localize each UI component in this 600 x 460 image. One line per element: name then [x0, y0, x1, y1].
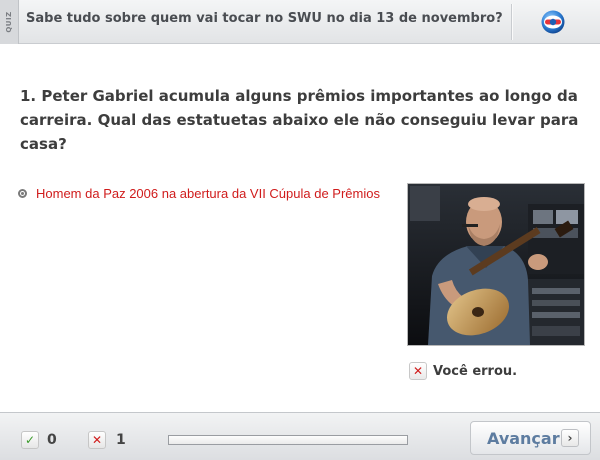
quiz-tag-label: QUIZ — [5, 11, 13, 33]
answer-feedback: ✕ Você errou. — [409, 361, 517, 381]
correct-count: 0 — [47, 432, 57, 448]
answer-option[interactable]: Homem da Paz 2006 na abertura da VII Cúp… — [18, 185, 380, 201]
next-button[interactable]: Avançar › — [470, 421, 591, 455]
answer-option-label: Homem da Paz 2006 na abertura da VII Cúp… — [36, 185, 380, 201]
next-button-label: Avançar — [487, 429, 560, 448]
quiz-tag: QUIZ — [0, 0, 19, 44]
quiz-footer: ✓ 0 ✕ 1 Avançar › — [0, 412, 600, 460]
x-icon: ✕ — [88, 431, 106, 449]
check-icon: ✓ — [21, 431, 39, 449]
performer-photo-image — [408, 184, 584, 345]
performer-photo — [407, 183, 585, 346]
quiz-header: QUIZ Sabe tudo sobre quem vai tocar no S… — [0, 0, 600, 44]
progress-bar — [168, 435, 408, 445]
chevron-right-icon: › — [561, 429, 579, 447]
wrong-count: 1 — [116, 432, 126, 448]
globo-logo-icon — [541, 10, 565, 34]
question-text: 1. Peter Gabriel acumula alguns prêmios … — [20, 87, 579, 153]
quiz-title: Sabe tudo sobre quem vai tocar no SWU no… — [26, 11, 503, 26]
feedback-text: Você errou. — [433, 363, 518, 379]
radio-icon[interactable] — [18, 188, 27, 198]
x-icon: ✕ — [409, 362, 427, 380]
header-divider — [511, 4, 513, 40]
